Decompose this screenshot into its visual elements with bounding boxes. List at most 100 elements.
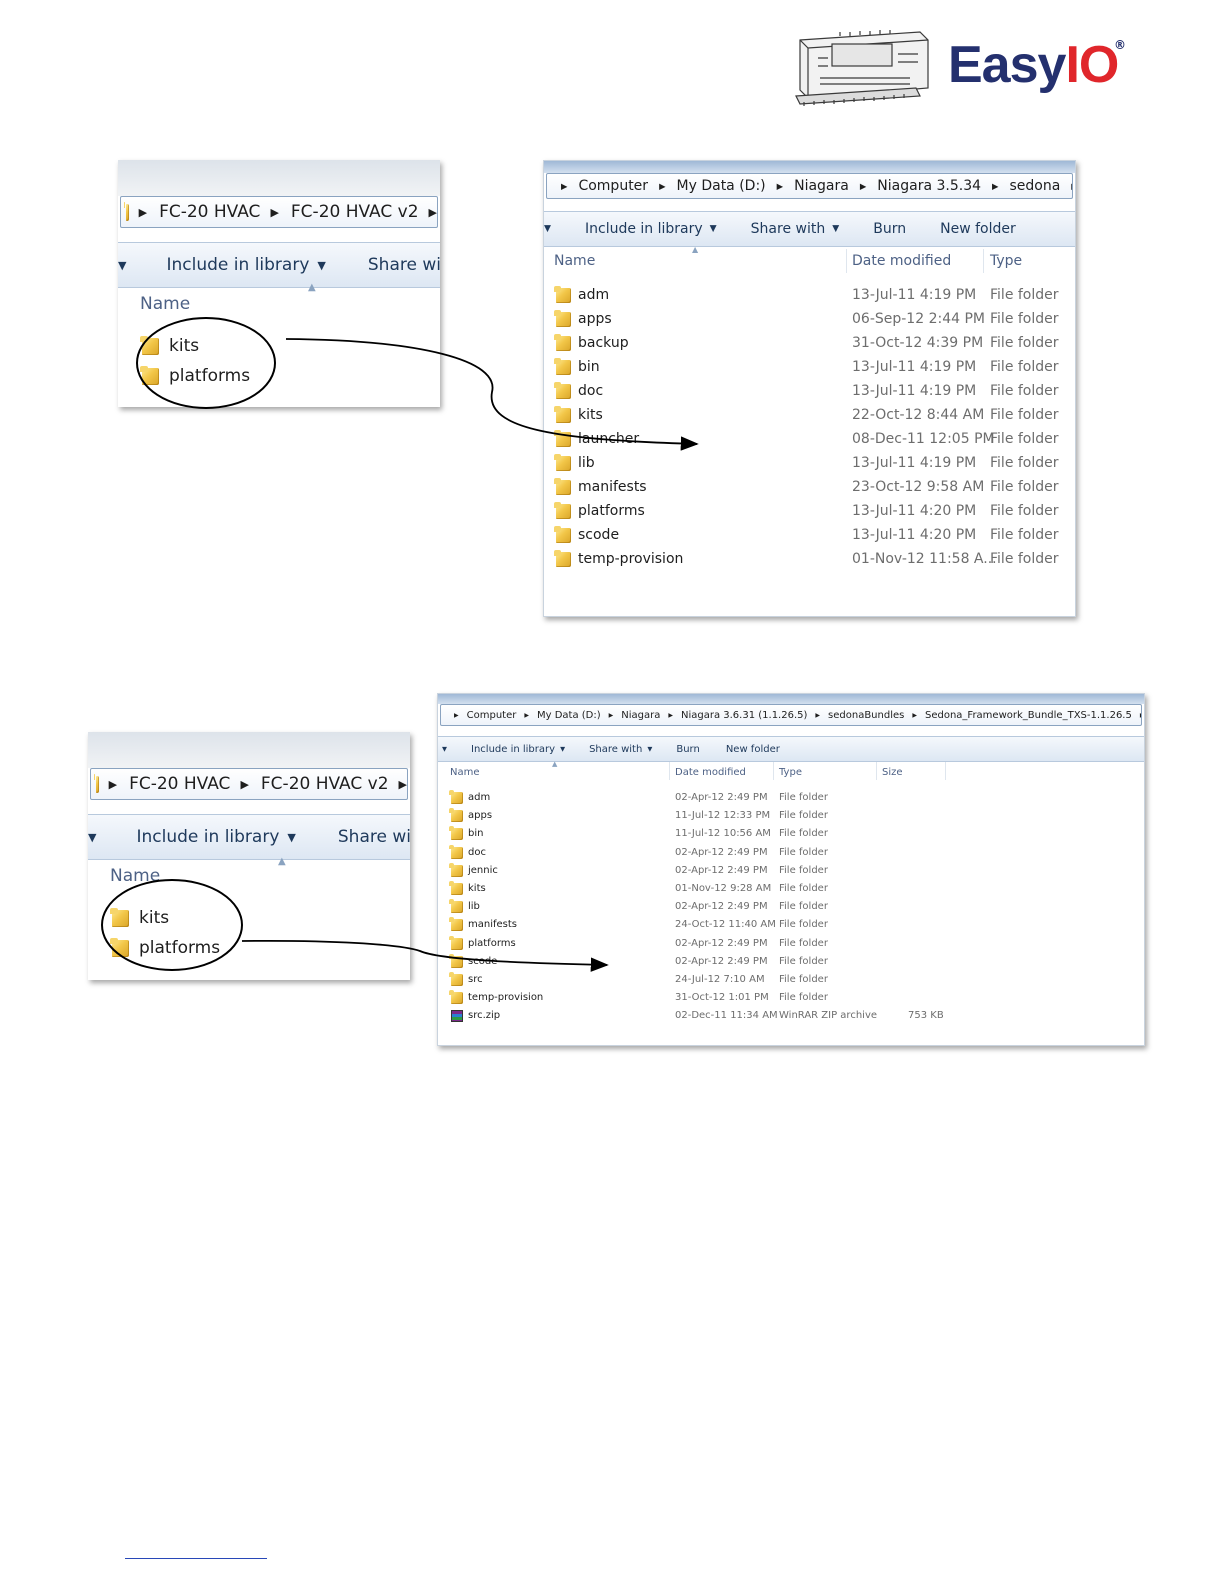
file-row[interactable]: lib 13-Jul-11 4:19 PM File folder <box>544 451 1075 475</box>
file-name: lib <box>578 455 595 471</box>
item-name: platforms <box>139 938 221 958</box>
include-in-library-button[interactable]: Include in library <box>167 255 310 275</box>
organize-dropdown-icon[interactable]: ▼ <box>544 224 551 234</box>
breadcrumb-item[interactable]: Niagara 3.6.31 (1.1.26.5) <box>681 710 807 721</box>
breadcrumb-arrow-icon: ▶ <box>428 205 437 219</box>
include-in-library-button[interactable]: Include in library <box>471 744 555 755</box>
name-column-header[interactable]: Name <box>140 294 440 314</box>
type-column-header[interactable]: Type <box>990 253 1075 269</box>
folder-icon <box>554 549 571 567</box>
file-row[interactable]: src.zip 02-Dec-11 11:34 AM WinRAR ZIP arch… <box>438 1007 1144 1025</box>
file-name: adm <box>468 792 491 803</box>
file-row[interactable]: kits 01-Nov-12 9:28 AM File folder <box>438 880 1144 898</box>
file-row[interactable]: doc 13-Jul-11 4:19 PM File folder <box>544 379 1075 403</box>
breadcrumb-item[interactable]: Niagara 3.5.34 <box>877 178 981 194</box>
breadcrumb-item[interactable]: sedonaBundles <box>828 710 904 721</box>
share-with-button[interactable]: Share with <box>589 744 642 755</box>
file-row[interactable]: temp-provision 01-Nov-12 11:58 A... File f… <box>544 547 1075 571</box>
breadcrumb-arrow-icon: ▶ <box>992 181 999 191</box>
folder-icon <box>110 937 129 957</box>
list-item[interactable]: platforms <box>140 364 440 388</box>
file-row[interactable]: scode 02-Apr-12 2:49 PM File folder <box>438 953 1144 971</box>
file-name: adm <box>578 287 610 303</box>
size-column-header[interactable]: Size <box>882 767 1144 778</box>
breadcrumb-item[interactable]: FC-20 HVAC <box>159 202 260 222</box>
share-with-button[interactable]: Share with <box>368 255 440 275</box>
file-name: platforms <box>468 937 516 949</box>
breadcrumb-arrow-icon: ▶ <box>1071 181 1072 191</box>
breadcrumb-arrow-icon: ▶ <box>912 711 917 719</box>
file-row[interactable]: launcher 08-Dec-11 12:05 PM File folder <box>544 427 1075 451</box>
new-folder-button[interactable]: New folder <box>726 744 780 755</box>
file-name: scode <box>468 955 498 967</box>
file-row[interactable]: doc 02-Apr-12 2:49 PM File folder <box>438 844 1144 862</box>
breadcrumb-item[interactable]: My Data (D:) <box>537 710 601 721</box>
burn-button[interactable]: Burn <box>676 744 699 755</box>
file-row[interactable]: temp-provision 31-Oct-12 1:01 PM File fold… <box>438 989 1144 1007</box>
file-type: File folder <box>990 359 1059 375</box>
breadcrumb-item[interactable]: Computer <box>467 710 517 721</box>
file-name: bin <box>468 828 484 840</box>
file-row[interactable]: adm 02-Apr-12 2:49 PM File folder <box>438 789 1144 807</box>
file-row[interactable]: apps 11-Jul-12 12:33 PM File folder <box>438 807 1144 825</box>
breadcrumb-arrow-icon: ▶ <box>454 711 459 719</box>
file-row[interactable]: jennic 02-Apr-12 2:49 PM File folder <box>438 862 1144 880</box>
address-bar[interactable]: ▶ FC-20 HVAC ▶ FC-20 HVAC v2 ▶ <box>120 196 438 228</box>
new-folder-button[interactable]: New folder <box>940 221 1016 237</box>
file-row[interactable]: platforms 02-Apr-12 2:49 PM File folder <box>438 935 1144 953</box>
chevron-down-icon: ▼ <box>287 830 296 844</box>
breadcrumb-item[interactable]: Sedona_Framework_Bundle_TXS-1.1.26.5 <box>925 710 1132 721</box>
file-row[interactable]: platforms 13-Jul-11 4:20 PM File folder <box>544 499 1075 523</box>
file-row[interactable]: manifests 23-Oct-12 9:58 AM File folder <box>544 475 1075 499</box>
file-row[interactable]: lib 02-Apr-12 2:49 PM File folder <box>438 898 1144 916</box>
breadcrumb-arrow-icon: ▶ <box>108 777 118 791</box>
breadcrumb-item[interactable]: FC-20 HVAC v2 <box>291 202 419 222</box>
address-bar[interactable]: ▶ FC-20 HVAC ▶ FC-20 HVAC v2 ▶ <box>90 768 408 800</box>
name-column-header[interactable]: Name <box>110 866 410 886</box>
breadcrumb-item[interactable]: Niagara <box>794 178 849 194</box>
list-item[interactable]: kits <box>140 334 440 358</box>
folder-icon <box>110 907 129 927</box>
large-explorer-bottom: ▶ Computer ▶ My Data (D:) ▶ Niagara ▶ Niagara 3… <box>437 693 1145 1046</box>
file-row[interactable]: bin 11-Jul-12 10:56 AM File folder <box>438 825 1144 843</box>
include-in-library-button[interactable]: Include in library <box>585 221 703 237</box>
breadcrumb-item[interactable]: sedona <box>1009 178 1060 194</box>
breadcrumb-item[interactable]: FC-20 HVAC <box>129 774 230 794</box>
command-bar: ▼ Include in library ▼ Share with <box>88 814 410 860</box>
breadcrumb-item[interactable]: FC-20 HVAC v2 <box>261 774 389 794</box>
breadcrumb-item[interactable]: Computer <box>578 178 648 194</box>
file-date-modified: 13-Jul-11 4:19 PM <box>852 383 977 399</box>
file-row[interactable]: backup 31-Oct-12 4:39 PM File folder <box>544 331 1075 355</box>
file-name: src.zip <box>468 1010 501 1022</box>
folder-icon <box>554 285 571 303</box>
folder-icon <box>449 990 463 1005</box>
file-type: File folder <box>990 431 1059 447</box>
breadcrumb-arrow-icon: ▶ <box>561 181 568 191</box>
file-row[interactable]: scode 13-Jul-11 4:20 PM File folder <box>544 523 1075 547</box>
list-item[interactable]: platforms <box>110 936 410 960</box>
address-bar[interactable]: ▶ Computer ▶ My Data (D:) ▶ Niagara ▶ Niagara 3… <box>546 173 1073 199</box>
organize-dropdown-icon[interactable]: ▼ <box>118 259 127 272</box>
share-with-button[interactable]: Share with <box>751 221 826 237</box>
breadcrumb-item[interactable]: My Data (D:) <box>677 178 766 194</box>
list-item[interactable]: kits <box>110 906 410 930</box>
file-type: File folder <box>779 992 828 1004</box>
file-row[interactable]: apps 06-Sep-12 2:44 PM File folder <box>544 307 1075 331</box>
file-row[interactable]: adm 13-Jul-11 4:19 PM File folder <box>544 283 1075 307</box>
organize-dropdown-icon[interactable]: ▼ <box>442 745 447 753</box>
file-type: File folder <box>990 287 1059 303</box>
organize-dropdown-icon[interactable]: ▼ <box>88 831 97 844</box>
include-in-library-button[interactable]: Include in library <box>137 827 280 847</box>
file-row[interactable]: bin 13-Jul-11 4:19 PM File folder <box>544 355 1075 379</box>
file-date-modified: 22-Oct-12 8:44 AM <box>852 407 985 423</box>
breadcrumb-arrow-icon: ▶ <box>1140 712 1141 719</box>
address-bar[interactable]: ▶ Computer ▶ My Data (D:) ▶ Niagara ▶ Niagara 3… <box>440 704 1142 726</box>
breadcrumb-item[interactable]: Niagara <box>621 710 660 721</box>
file-row[interactable]: kits 22-Oct-12 8:44 AM File folder <box>544 403 1075 427</box>
file-name: manifests <box>468 919 517 931</box>
share-with-button[interactable]: Share with <box>338 827 410 847</box>
burn-button[interactable]: Burn <box>873 221 906 237</box>
file-row[interactable]: src 24-Jul-12 7:10 AM File folder <box>438 971 1144 989</box>
file-row[interactable]: manifests 24-Oct-12 11:40 AM File folder <box>438 916 1144 934</box>
folder-icon <box>140 365 159 385</box>
